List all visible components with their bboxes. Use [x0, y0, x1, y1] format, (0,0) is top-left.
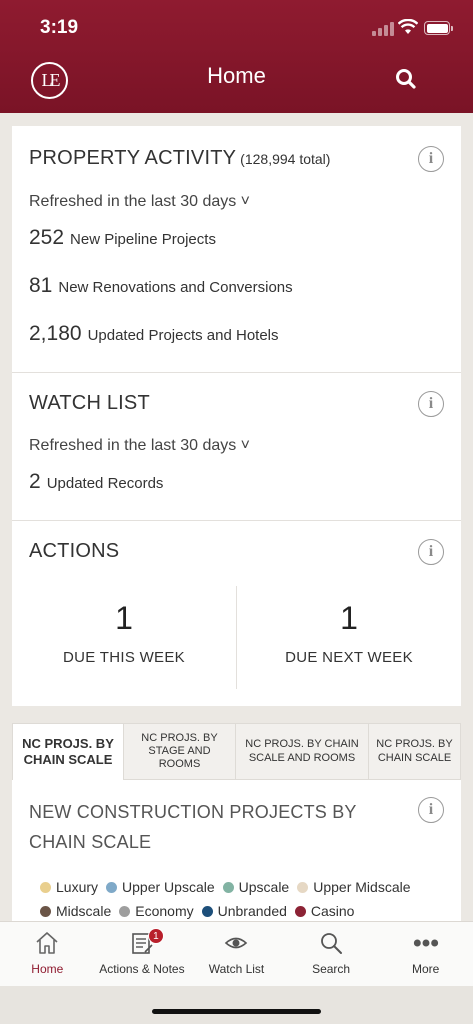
nav-watch-list[interactable]: Watch List: [189, 922, 284, 986]
nav-search[interactable]: Search: [284, 922, 379, 986]
legend-dot: [297, 881, 309, 893]
bottom-nav: Home 1 Actions & Notes Watch List Search: [0, 921, 473, 986]
refresh-period-dropdown[interactable]: Refreshed in the last 30 days ˅: [29, 193, 250, 211]
due-this-week-count: 1: [115, 600, 133, 636]
wifi-icon: [398, 19, 418, 34]
actions-title: ACTIONS: [29, 540, 120, 562]
chart-legend: Luxury Upper Upscale Upscale Upper Midsc…: [40, 879, 450, 927]
nav-label: Home: [31, 962, 64, 976]
app-header: 3:19 LE Home: [0, 0, 473, 113]
status-time: 3:19: [40, 17, 79, 38]
property-activity-title: PROPERTY ACTIVITY (128,994 total): [29, 147, 330, 170]
nav-home[interactable]: Home: [0, 922, 95, 986]
legend-label: Economy: [135, 903, 194, 919]
legend-item-luxury: Luxury: [40, 879, 98, 895]
stat-number: 252: [29, 226, 65, 249]
stat-label: Updated Projects and Hotels: [87, 327, 279, 344]
search-icon: [321, 933, 343, 954]
nav-more[interactable]: More: [378, 922, 473, 986]
dashboard-card: PROPERTY ACTIVITY (128,994 total) i Refre…: [12, 126, 461, 706]
stat-updated-projects[interactable]: 2,180 Updated Projects and Hotels: [29, 322, 279, 346]
chart-tabs: NC PROJS. BY CHAIN SCALE NC PROJS. BY ST…: [12, 723, 461, 780]
stat-new-pipeline[interactable]: 252 New Pipeline Projects: [29, 226, 216, 250]
due-this-week[interactable]: 1 DUE THIS WEEK: [12, 586, 236, 689]
legend-dot: [119, 905, 131, 917]
legend-item-economy: Economy: [119, 903, 194, 919]
legend-label: Upper Midscale: [313, 879, 411, 895]
nav-label: Actions & Notes: [99, 962, 185, 976]
nav-label: Watch List: [208, 962, 265, 976]
property-activity-total: (128,994 total): [240, 151, 331, 167]
legend-label: Unbranded: [217, 903, 287, 919]
stat-new-renovations[interactable]: 81 New Renovations and Conversions: [29, 274, 293, 298]
due-next-week-count: 1: [340, 600, 358, 636]
chart-title: NEW CONSTRUCTION PROJECTS BY CHAIN SCALE: [29, 802, 357, 852]
watch-list-section: WATCH LIST i Refreshed in the last 30 da…: [12, 373, 461, 521]
watch-list-title: WATCH LIST: [29, 392, 150, 414]
legend-item-casino: Casino: [294, 903, 355, 919]
tab-nc-stage-rooms[interactable]: NC PROJS. BY STAGE AND ROOMS: [124, 723, 236, 780]
legend-label: Upper Upscale: [122, 879, 215, 895]
stat-label: New Renovations and Conversions: [58, 279, 293, 296]
stat-label: New Pipeline Projects: [70, 231, 216, 248]
legend-dot: [106, 881, 118, 893]
tab-nc-chain-scale-2[interactable]: NC PROJS. BY CHAIN SCALE: [369, 723, 461, 780]
info-icon[interactable]: i: [418, 539, 444, 565]
more-icon: [413, 939, 438, 947]
battery-icon: [424, 21, 453, 35]
legend-dot: [201, 905, 213, 917]
tab-nc-chain-scale[interactable]: NC PROJS. BY CHAIN SCALE: [12, 723, 124, 780]
nav-label: More: [412, 962, 440, 976]
stat-number: 2,180: [29, 322, 82, 345]
nav-label: Search: [312, 962, 351, 976]
stat-updated-records[interactable]: 2 Updated Records: [29, 470, 163, 494]
nav-actions-notes[interactable]: 1 Actions & Notes: [95, 922, 190, 986]
stat-number: 81: [29, 274, 53, 297]
property-activity-title-text: PROPERTY ACTIVITY: [29, 147, 237, 169]
cellular-signal-icon: [372, 22, 394, 36]
eye-icon: [225, 937, 248, 949]
home-indicator[interactable]: [152, 1009, 321, 1014]
home-icon: [36, 932, 58, 954]
due-next-week-label: DUE NEXT WEEK: [285, 649, 413, 666]
property-activity-section: PROPERTY ACTIVITY (128,994 total) i Refre…: [12, 126, 461, 373]
legend-dot: [40, 881, 51, 893]
stat-number: 2: [29, 470, 41, 493]
tab-nc-chain-scale-rooms[interactable]: NC PROJS. BY CHAIN SCALE AND ROOMS: [236, 723, 369, 780]
info-icon[interactable]: i: [418, 391, 444, 417]
legend-label: Midscale: [56, 903, 112, 919]
legend-label: Casino: [310, 903, 355, 919]
legend-label: Upscale: [238, 879, 290, 895]
legend-dot: [40, 905, 51, 917]
legend-item-unbranded: Unbranded: [201, 903, 287, 919]
legend-label: Luxury: [56, 879, 99, 895]
legend-dot: [222, 881, 234, 893]
safe-area: [0, 986, 473, 1024]
legend-item-upper-midscale: Upper Midscale: [297, 879, 411, 895]
due-this-week-label: DUE THIS WEEK: [63, 649, 185, 666]
info-icon[interactable]: i: [418, 797, 444, 823]
chart-card: NC PROJS. BY CHAIN SCALE NC PROJS. BY ST…: [12, 723, 461, 923]
legend-item-midscale: Midscale: [40, 903, 111, 919]
legend-item-upper-upscale: Upper Upscale: [106, 879, 215, 895]
legend-dot: [294, 905, 306, 917]
stat-label: Updated Records: [46, 475, 164, 492]
notification-badge: 1: [147, 928, 164, 944]
header-search-icon[interactable]: [393, 66, 419, 92]
legend-item-upscale: Upscale: [222, 879, 290, 895]
due-next-week[interactable]: 1 DUE NEXT WEEK: [237, 586, 461, 689]
info-icon[interactable]: i: [418, 146, 444, 172]
refresh-period-dropdown[interactable]: Refreshed in the last 30 days ˅: [29, 437, 250, 455]
